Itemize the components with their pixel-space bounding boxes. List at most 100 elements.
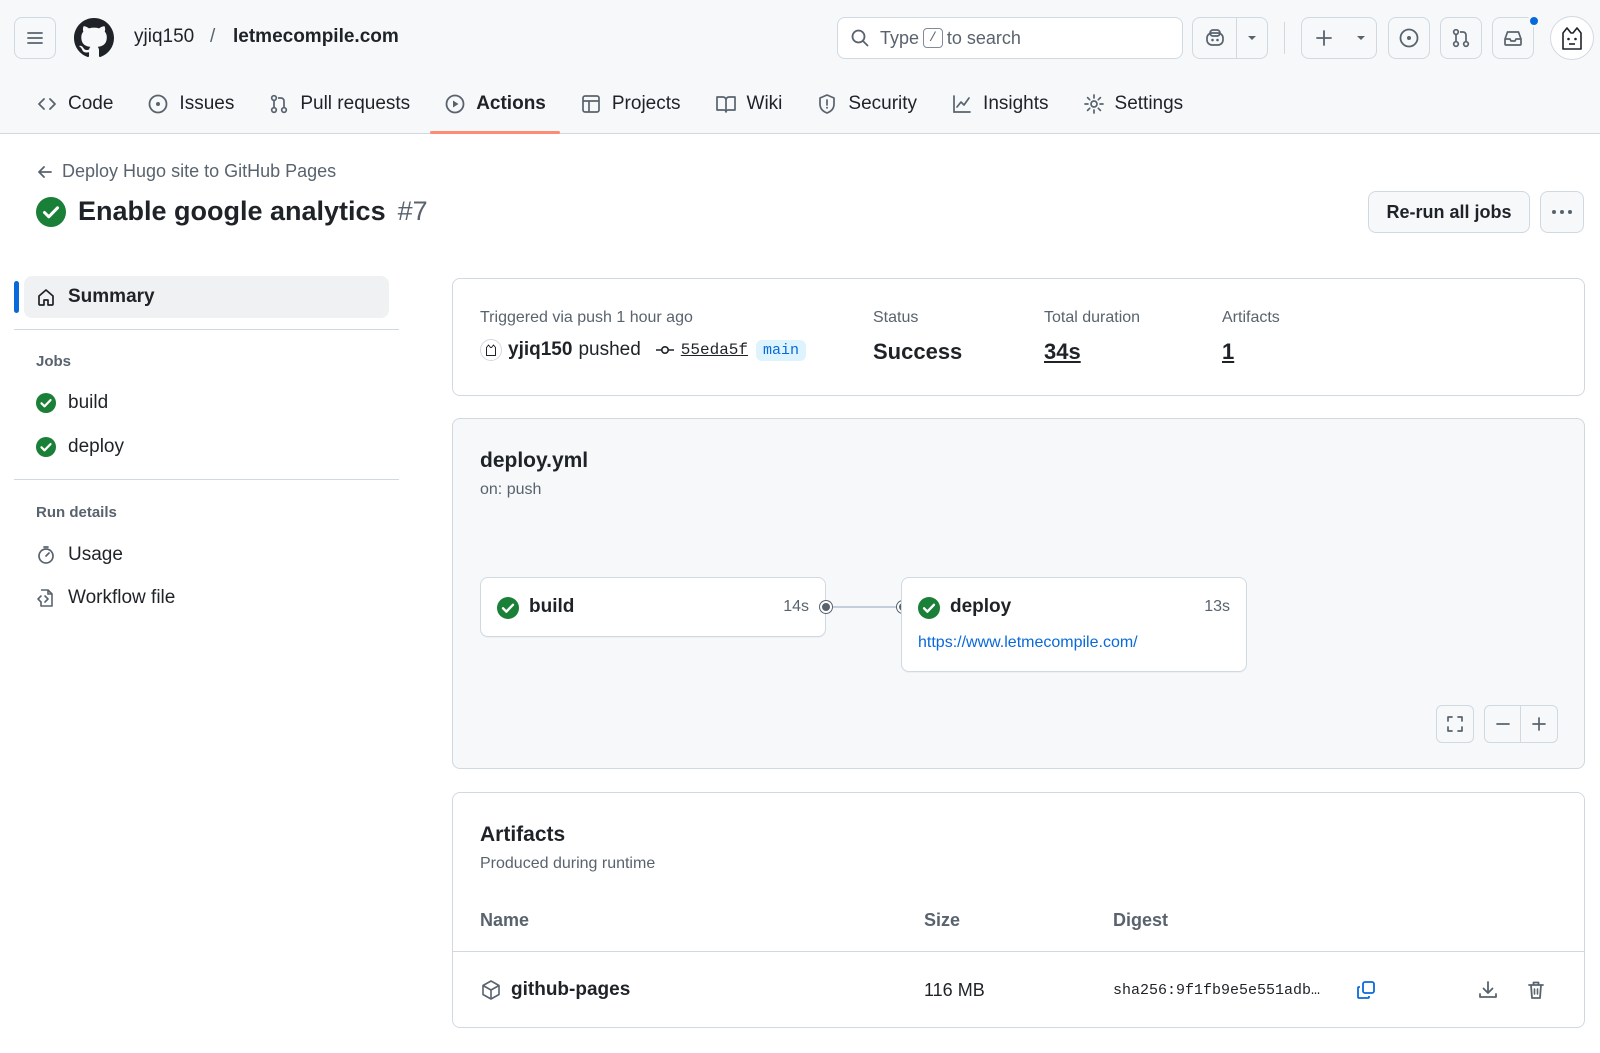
job-node-build[interactable]: build 14s bbox=[480, 577, 826, 637]
duration-value[interactable]: 34s bbox=[1044, 339, 1081, 365]
tab-issues[interactable]: Issues bbox=[133, 82, 248, 126]
job-node-deploy[interactable]: deploy 13s https://www.letmecompile.com/ bbox=[901, 577, 1247, 672]
back-to-workflow-link[interactable]: Deploy Hugo site to GitHub Pages bbox=[36, 161, 336, 182]
jobs-heading: Jobs bbox=[36, 353, 72, 370]
tab-label: Insights bbox=[983, 93, 1049, 114]
push-info: yjiq150 pushed 55eda5f main bbox=[480, 339, 807, 361]
home-icon bbox=[38, 289, 54, 306]
copilot-button-group bbox=[1192, 17, 1268, 59]
actor-link[interactable]: yjiq150 bbox=[508, 339, 572, 361]
artifact-digest: sha256:9f1fb9e5e551adb… bbox=[1113, 982, 1321, 999]
tab-label: Settings bbox=[1114, 93, 1184, 114]
plus-icon bbox=[1316, 30, 1332, 46]
github-logo[interactable] bbox=[74, 18, 114, 58]
create-new-button[interactable] bbox=[1301, 17, 1377, 59]
search-suffix: to search bbox=[946, 27, 1021, 48]
tab-pull-requests[interactable]: Pull requests bbox=[254, 82, 424, 126]
download-artifact-button[interactable] bbox=[1472, 974, 1504, 1006]
copy-digest-button[interactable] bbox=[1350, 974, 1382, 1006]
fullscreen-button[interactable] bbox=[1436, 705, 1474, 743]
sidebar-item-label: build bbox=[68, 392, 109, 413]
delete-artifact-button[interactable] bbox=[1520, 974, 1552, 1006]
deploy-url-link[interactable]: https://www.letmecompile.com/ bbox=[918, 634, 1138, 652]
search-input[interactable]: Type / to search bbox=[837, 17, 1183, 59]
sidebar-job-build[interactable]: build bbox=[36, 392, 108, 414]
zoom-out-button[interactable] bbox=[1485, 706, 1521, 742]
tab-projects[interactable]: Projects bbox=[566, 82, 695, 126]
column-header-digest: Digest bbox=[1113, 910, 1169, 930]
sidebar-item-summary[interactable]: Summary bbox=[24, 276, 389, 318]
tab-insights[interactable]: Insights bbox=[937, 82, 1062, 126]
branch-badge[interactable]: main bbox=[756, 339, 807, 361]
sidebar-item-usage[interactable]: Usage bbox=[36, 544, 123, 566]
menu-button[interactable] bbox=[14, 17, 56, 59]
sidebar-item-label: Usage bbox=[68, 544, 123, 565]
github-mark-icon bbox=[74, 18, 114, 58]
shield-icon bbox=[819, 94, 836, 114]
triangle-down-icon bbox=[1248, 36, 1256, 40]
tab-actions[interactable]: Actions bbox=[430, 82, 560, 134]
column-header-size: Size bbox=[924, 910, 961, 930]
tab-settings[interactable]: Settings bbox=[1069, 82, 1198, 126]
repo-link[interactable]: letmecompile.com bbox=[233, 26, 399, 48]
trigger-label: Triggered via push 1 hour ago bbox=[480, 309, 693, 326]
sidebar-job-deploy[interactable]: deploy bbox=[36, 436, 124, 458]
rerun-all-jobs-button[interactable]: Re-run all jobs bbox=[1368, 191, 1530, 233]
code-icon bbox=[38, 98, 56, 110]
breadcrumb-separator: / bbox=[210, 26, 216, 47]
commit-sha-link[interactable]: 55eda5f bbox=[681, 341, 748, 359]
back-link-label: Deploy Hugo site to GitHub Pages bbox=[62, 161, 337, 181]
column-header-name: Name bbox=[480, 910, 530, 930]
artifacts-count[interactable]: 1 bbox=[1222, 339, 1234, 365]
actor-avatar[interactable] bbox=[480, 339, 502, 361]
stopwatch-icon bbox=[38, 546, 54, 564]
zoom-in-button[interactable] bbox=[1521, 706, 1557, 742]
trash-icon bbox=[1528, 981, 1544, 999]
sidebar-divider bbox=[14, 479, 399, 480]
owner-link[interactable]: yjiq150 bbox=[134, 26, 194, 48]
job-connector-line bbox=[833, 606, 899, 608]
job-duration: 13s bbox=[1204, 598, 1230, 615]
copilot-dropdown[interactable] bbox=[1237, 18, 1267, 58]
job-duration: 14s bbox=[783, 598, 809, 615]
download-icon bbox=[1479, 981, 1497, 998]
artifacts-title: Artifacts bbox=[480, 823, 566, 846]
zoom-controls bbox=[1484, 705, 1558, 743]
tab-security[interactable]: Security bbox=[802, 82, 931, 126]
tab-label: Code bbox=[68, 93, 114, 114]
artifacts-card: Artifacts Produced during runtime Name S… bbox=[452, 792, 1585, 1028]
artifacts-subtitle: Produced during runtime bbox=[480, 855, 656, 872]
job-name: deploy bbox=[950, 596, 1012, 617]
copilot-button[interactable] bbox=[1193, 18, 1237, 58]
tab-label: Wiki bbox=[746, 93, 783, 114]
issues-shortcut-button[interactable] bbox=[1388, 17, 1430, 59]
run-title: Enable google analytics bbox=[78, 196, 386, 226]
pull-requests-shortcut-button[interactable] bbox=[1440, 17, 1482, 59]
more-options-button[interactable] bbox=[1540, 191, 1584, 233]
dash-icon bbox=[1495, 723, 1510, 725]
workflow-graph-card: deploy.yml on: push build 14s deploy 13s… bbox=[452, 418, 1585, 769]
artifacts-label: Artifacts bbox=[1222, 309, 1280, 326]
status-value: Success bbox=[873, 339, 963, 364]
header-divider bbox=[1284, 22, 1285, 54]
triangle-down-icon bbox=[1357, 36, 1365, 40]
page-title: Enable google analytics #7 bbox=[36, 196, 428, 227]
copy-icon bbox=[1357, 981, 1375, 999]
create-dropdown[interactable] bbox=[1346, 18, 1376, 58]
sidebar-divider bbox=[14, 329, 399, 330]
user-avatar[interactable] bbox=[1550, 16, 1594, 60]
active-indicator bbox=[14, 281, 19, 313]
plus-button[interactable] bbox=[1302, 18, 1346, 58]
job-connector-dot bbox=[820, 601, 832, 613]
tab-label: Projects bbox=[611, 93, 681, 114]
push-action: pushed bbox=[578, 339, 641, 360]
table-row: github-pages 116 MB sha256:9f1fb9e5e551a… bbox=[453, 952, 1584, 1028]
play-icon bbox=[445, 94, 465, 114]
tab-code[interactable]: Code bbox=[22, 82, 127, 126]
plus-icon bbox=[1532, 717, 1546, 731]
git-commit-icon bbox=[655, 345, 674, 355]
tab-wiki[interactable]: Wiki bbox=[701, 82, 797, 126]
sidebar-item-workflow-file[interactable]: Workflow file bbox=[36, 587, 175, 609]
artifact-name-link[interactable]: github-pages bbox=[511, 979, 630, 1001]
kebab-horizontal-icon bbox=[1552, 210, 1572, 214]
